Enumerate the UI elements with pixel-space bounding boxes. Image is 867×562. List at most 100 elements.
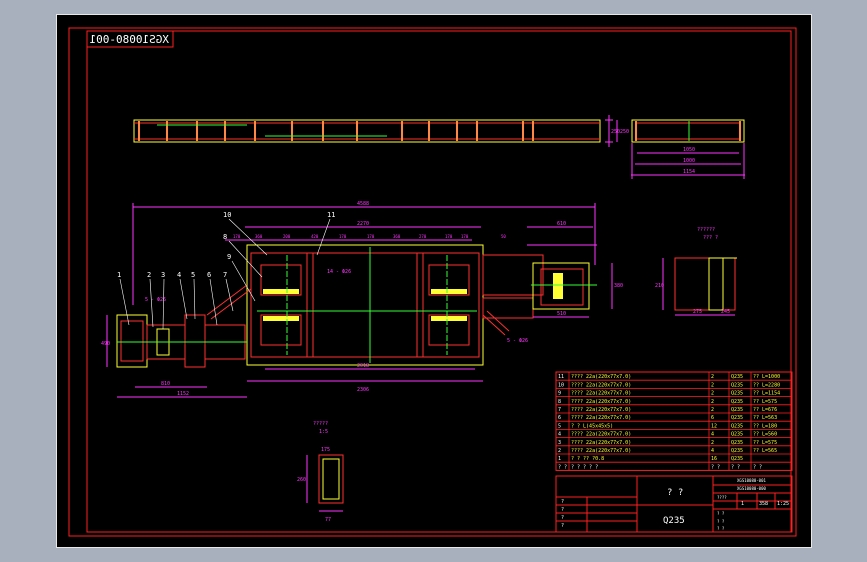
title-left-label-2: ? [561,507,564,513]
section-b-dim-3: 77 [325,517,331,523]
svg-text:5: 5 [191,271,195,279]
bom-cell: 3 [558,440,561,446]
svg-text:11: 11 [327,211,335,219]
title-code-1: XGS10080-001 [737,478,766,483]
section-b-dim-1: 175 [321,447,330,453]
bom-cell: 6 [558,415,561,421]
end-view-height-dim: 250 [620,129,629,135]
bom-cell: 2 [711,399,714,405]
svg-text:420: 420 [311,234,319,239]
bom-cell: Q235 [731,374,743,380]
title-right-label-3: ? ? [717,519,725,524]
bom-cell: 10 [558,382,564,388]
title-scale: 1:25 [777,501,789,507]
bom-cell: 2 [711,407,714,413]
bom-cell: 4 [711,448,714,454]
note-center: 14 - Ф26 [327,269,351,275]
bom-cell: ?? L=575 [753,399,777,405]
bom-cell: Q235 [731,448,743,454]
svg-text:9: 9 [227,253,231,261]
section-view-b: ????? 1:5 260 77 175 [297,421,344,523]
bom-header-cell: ? ? [731,464,740,470]
title-right-label-4: ? ? [717,526,725,531]
title-code-2: XGS10080-000 [737,486,766,491]
section-b-sublabel: 1:5 [319,429,328,435]
bom-cell: ???? 22a(220x77x7.0) [571,448,631,454]
svg-text:170: 170 [233,234,241,239]
bom-cell: 2 [711,391,714,397]
top-view-height-dim: 250 [611,129,620,135]
bom-cell: Q235 [731,391,743,397]
section-a-dim-3: 245 [721,309,730,315]
bom-cell: ?? L=563 [753,415,777,421]
bom-cell: 2 [558,448,561,454]
svg-text:200: 200 [283,234,291,239]
bom-cell: Q235 [731,407,743,413]
bom-cell: 4 [558,432,561,438]
bom-cell: 8 [558,399,561,405]
svg-text:2: 2 [147,271,151,279]
note-right: 5 - Ф26 [507,338,528,344]
dim-side-2: 380 [614,283,623,289]
bom-cell: ? ? L(45x45x5) [571,423,613,429]
end-view: 250 1050 1000 1154 [616,119,745,179]
dim-lower-3: 1152 [177,391,189,397]
svg-text:270: 270 [419,234,427,239]
bom-cell: ???? 22a(220x77x7.0) [571,407,631,413]
bom-cell: 9 [558,391,561,397]
sheet-inner-frame [86,30,792,533]
drawing-number: XGS10080-001 [90,33,169,46]
bom-cell: ? ? ?? ?0.8 [571,456,604,462]
bom-cell: Q235 [731,399,743,405]
section-b-dim-2: 260 [297,477,306,483]
top-view-beam: 250 [133,115,620,147]
dim-lower-2: 2306 [357,387,369,393]
bom-cell: ???? 22a(220x77x7.0) [571,382,631,388]
bom-cell: 6 [711,415,714,421]
bom-cell: 7 [558,407,561,413]
cad-viewport[interactable]: XGS10080-001 250 250 1050 1000 1154 4588… [56,14,812,548]
bom-header-cell: ? ? ? ? ? [571,464,598,470]
bom-cell: 2 [711,382,714,388]
title-left-label-3: ? [561,515,564,521]
bom-cell: ???? 22a(220x77x7.0) [571,415,631,421]
section-b-label: ????? [313,421,328,427]
dim-upper-chain: 170 360 200 420 170 170 360 270 170 170 … [233,234,506,239]
svg-text:6: 6 [207,271,211,279]
section-a-dim-1: 210 [655,283,664,289]
section-a-label: ?????? [697,227,715,233]
bom-cell: ?? L=565 [753,448,777,454]
bom-cell: ?? L=676 [753,407,777,413]
dim-upper-2: 610 [557,221,566,227]
title-sheet: 1 [741,501,744,507]
bom-header-cell: ? ? [711,464,720,470]
bom-cell: ?? L=2280 [753,382,780,388]
bom-cell: Q235 [731,440,743,446]
dim-upper-1: 2270 [357,221,369,227]
svg-text:170: 170 [339,234,347,239]
title-left-label-4: ? [561,523,564,529]
dim-lower-4: 810 [161,381,170,387]
bom-cell: ???? 22a(220x77x7.0) [571,432,631,438]
title-name: ? ? [667,488,683,498]
svg-text:170: 170 [445,234,453,239]
bom-cell: ???? 22a(220x77x7.0) [571,399,631,405]
end-view-dim-1: 1050 [683,147,695,153]
cad-drawing-canvas[interactable]: XGS10080-001 250 250 1050 1000 1154 4588… [57,15,811,547]
section-a-dim-2: 275 [693,309,702,315]
plan-view: 4588 2270 610 170 360 200 420 170 170 36… [101,201,623,398]
end-view-dim-3: 1154 [683,169,695,175]
bom-cell: Q235 [731,432,743,438]
dim-side-1: 490 [101,341,110,347]
section-view-a: ?????? ??? ? 210 275 245 [655,227,737,316]
title-material: Q235 [663,516,685,526]
bom-cell: 12 [711,423,717,429]
bom-cell: ?? L=575 [753,440,777,446]
svg-text:360: 360 [393,234,401,239]
bom-cell: 11 [558,374,564,380]
bom-cell: ???? 22a(220x77x7.0) [571,391,631,397]
svg-text:170: 170 [367,234,375,239]
dim-lower-1: 2018 [357,363,369,369]
bom-cell: Q235 [731,382,743,388]
bom-cell: Q235 [731,456,743,462]
